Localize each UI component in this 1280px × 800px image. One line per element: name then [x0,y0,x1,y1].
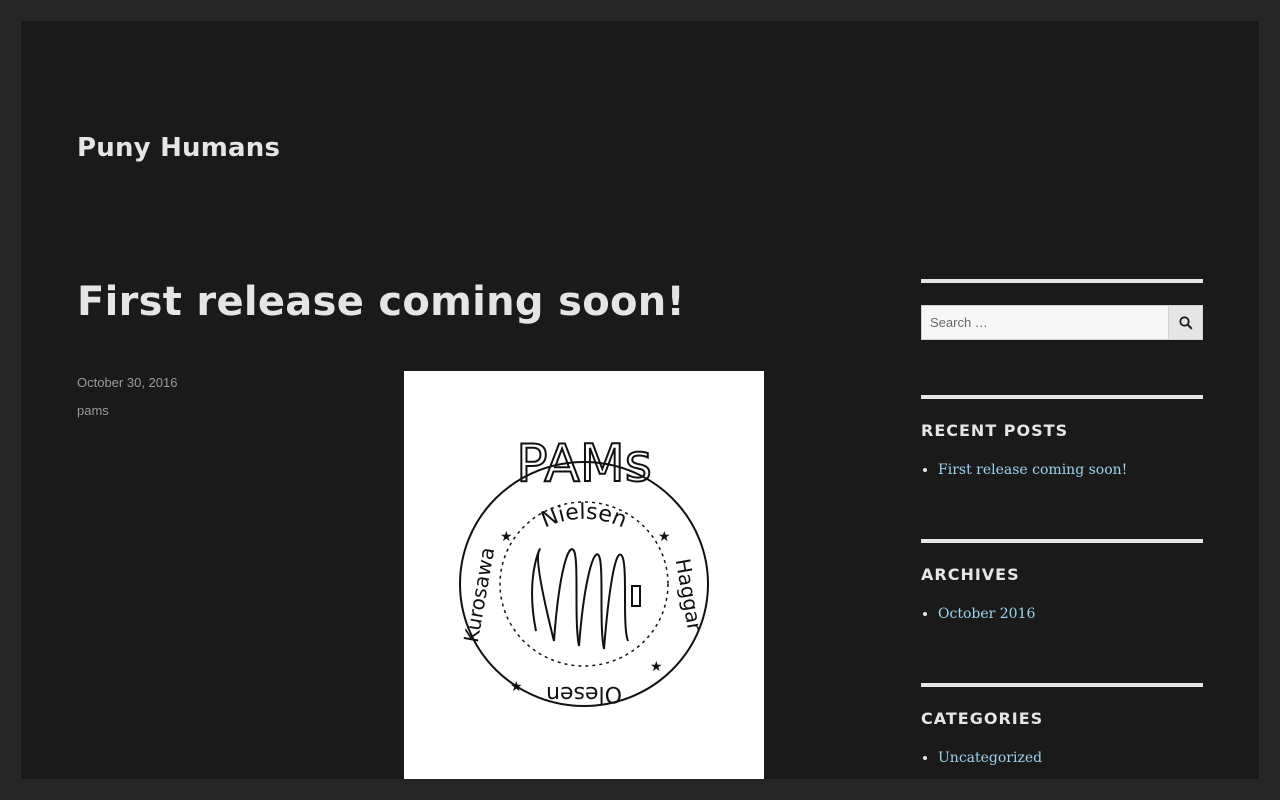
image-ring-name: Nielsen [538,500,631,534]
svg-text:★: ★ [510,678,523,694]
recent-posts-title: Recent Posts [921,421,1069,440]
recent-post-link[interactable]: First release coming soon! [938,462,1127,478]
archives-list: October 2016 [921,606,1203,622]
archives-widget: Archives October 2016 [921,539,1203,622]
categories-title: Categories [921,709,1044,728]
svg-text:★: ★ [658,528,671,544]
archive-link[interactable]: October 2016 [938,606,1035,622]
widget-divider [921,539,1203,543]
list-item: October 2016 [938,606,1203,622]
list-item: Uncategorized [938,750,1203,766]
post-date[interactable]: October 30, 2016 [77,375,177,390]
list-item: First release coming soon! [938,462,1203,478]
page-container: Puny Humans First release coming soon! O… [21,21,1259,779]
search-form [921,305,1203,340]
post-title[interactable]: First release coming soon! [77,279,685,325]
featured-image: PAMs Nielsen Haggar Olesen Kurosawa ★ ★ … [404,371,764,779]
svg-text:Nielsen: Nielsen [538,500,631,534]
categories-list: Uncategorized [921,750,1203,766]
svg-text:★: ★ [500,528,513,544]
image-ring-name: Olesen [546,681,622,706]
archives-title: Archives [921,565,1020,584]
search-icon [1178,315,1193,330]
recent-posts-widget: Recent Posts First release coming soon! [921,395,1203,478]
sidebar: Recent Posts First release coming soon! … [921,279,1203,766]
widget-divider [921,279,1203,283]
image-ring-name: Kurosawa [459,545,499,644]
post-author[interactable]: pams [77,403,109,418]
site-title[interactable]: Puny Humans [77,133,280,163]
image-heading: PAMs [516,434,652,494]
image-ring-name: Haggar [671,557,707,634]
svg-text:★: ★ [650,658,663,674]
search-button[interactable] [1168,305,1203,340]
category-link[interactable]: Uncategorized [938,750,1042,766]
recent-posts-list: First release coming soon! [921,462,1203,478]
search-input[interactable] [921,305,1168,340]
categories-widget: Categories Uncategorized [921,683,1203,766]
widget-divider [921,395,1203,399]
widget-divider [921,683,1203,687]
